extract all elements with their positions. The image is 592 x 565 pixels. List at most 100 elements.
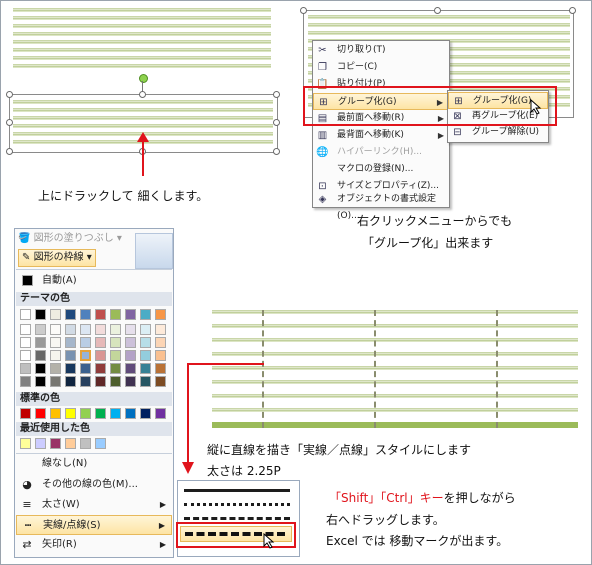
theme-color-swatch[interactable]	[95, 376, 106, 387]
weight-item[interactable]: ≡ 太さ(W) ▶	[16, 495, 172, 515]
theme-color-swatch[interactable]	[20, 324, 31, 335]
standard-color-swatch[interactable]	[155, 408, 166, 419]
theme-color-swatch[interactable]	[110, 337, 121, 348]
dashes-item[interactable]: ┅ 実線/点線(S) ▶	[16, 515, 172, 535]
theme-color-swatch[interactable]	[155, 337, 166, 348]
theme-color-swatch[interactable]	[35, 324, 46, 335]
theme-color-swatch[interactable]	[35, 337, 46, 348]
theme-color-swatch[interactable]	[35, 376, 46, 387]
theme-color-swatch[interactable]	[110, 363, 121, 374]
menu-item-assign-macro[interactable]: マクロの登録(N)...	[313, 161, 449, 178]
resize-handle-right-tr[interactable]	[569, 7, 576, 14]
theme-color-swatch[interactable]	[155, 350, 166, 361]
vertical-dashed-line-2[interactable]	[374, 310, 376, 428]
theme-color-swatch[interactable]	[155, 363, 166, 374]
theme-color-swatch[interactable]	[110, 350, 121, 361]
theme-color-swatch[interactable]	[35, 309, 46, 320]
standard-color-swatch[interactable]	[50, 408, 61, 419]
resize-handle-tl[interactable]	[6, 91, 13, 98]
menu-item-cut[interactable]: ✂ 切り取り(T)	[313, 42, 449, 59]
standard-color-swatch[interactable]	[35, 408, 46, 419]
theme-color-swatch[interactable]	[50, 309, 61, 320]
resize-handle-tm[interactable]	[139, 91, 146, 98]
theme-color-swatch[interactable]	[20, 309, 31, 320]
theme-color-swatch[interactable]	[140, 350, 151, 361]
theme-color-swatch[interactable]	[50, 350, 61, 361]
theme-color-swatch[interactable]	[65, 350, 76, 361]
theme-color-swatch[interactable]	[65, 324, 76, 335]
theme-color-swatch[interactable]	[140, 337, 151, 348]
theme-color-swatch[interactable]	[110, 376, 121, 387]
recent-color-swatch[interactable]	[80, 438, 91, 449]
theme-color-swatch[interactable]	[95, 324, 106, 335]
theme-color-swatch[interactable]	[155, 324, 166, 335]
theme-color-swatch[interactable]	[140, 363, 151, 374]
resize-handle-right-tm[interactable]	[434, 7, 441, 14]
theme-color-swatch[interactable]	[65, 363, 76, 374]
resize-handle-right-tl[interactable]	[300, 7, 307, 14]
menu-item-format-object[interactable]: ◈ オブジェクトの書式設定(O)...	[313, 191, 449, 221]
theme-color-swatch[interactable]	[155, 309, 166, 320]
dash-option-dotted[interactable]	[184, 503, 290, 506]
resize-handle-ml[interactable]	[6, 119, 13, 126]
theme-color-swatch[interactable]	[125, 376, 136, 387]
theme-color-swatch[interactable]	[95, 309, 106, 320]
submenu-item-ungroup[interactable]: ⊟ グループ解除(U)	[448, 124, 548, 141]
theme-color-swatch[interactable]	[125, 350, 136, 361]
no-line-item[interactable]: 線なし(N)	[16, 454, 172, 474]
resize-handle-mr[interactable]	[273, 119, 280, 126]
standard-color-swatch[interactable]	[110, 408, 121, 419]
theme-color-swatch[interactable]	[50, 376, 61, 387]
recent-color-swatch[interactable]	[65, 438, 76, 449]
theme-color-swatch[interactable]	[110, 309, 121, 320]
theme-color-swatch[interactable]	[80, 376, 91, 387]
resize-handle-tr[interactable]	[273, 91, 280, 98]
theme-color-swatch[interactable]	[125, 324, 136, 335]
dash-option-dashed-small[interactable]	[184, 517, 290, 520]
theme-color-swatch[interactable]	[65, 376, 76, 387]
ribbon-outline-button[interactable]: ✎ 図形の枠線 ▾	[18, 249, 96, 267]
recent-color-swatch[interactable]	[95, 438, 106, 449]
ribbon-fill-button[interactable]: 🪣 図形の塗りつぶし ▾	[18, 231, 122, 247]
standard-color-swatch[interactable]	[65, 408, 76, 419]
theme-color-swatch[interactable]	[95, 363, 106, 374]
resize-handle-bl[interactable]	[6, 148, 13, 155]
theme-color-swatch[interactable]	[35, 363, 46, 374]
recent-color-swatch[interactable]	[35, 438, 46, 449]
theme-color-swatch[interactable]	[80, 350, 91, 361]
theme-color-swatch[interactable]	[35, 350, 46, 361]
theme-color-swatch[interactable]	[50, 363, 61, 374]
theme-color-swatch[interactable]	[110, 324, 121, 335]
theme-color-swatch[interactable]	[80, 309, 91, 320]
menu-item-copy[interactable]: ❐ コピー(C)	[313, 59, 449, 76]
standard-color-swatch[interactable]	[140, 408, 151, 419]
theme-color-swatch[interactable]	[65, 309, 76, 320]
rotation-handle[interactable]	[139, 74, 148, 83]
theme-color-swatch[interactable]	[155, 376, 166, 387]
theme-color-swatch[interactable]	[20, 350, 31, 361]
theme-color-swatch[interactable]	[65, 337, 76, 348]
theme-color-swatch[interactable]	[80, 363, 91, 374]
recent-color-swatch[interactable]	[50, 438, 61, 449]
standard-color-swatch[interactable]	[20, 408, 31, 419]
theme-color-swatch[interactable]	[20, 337, 31, 348]
arrows-item[interactable]: ⇄ 矢印(R) ▶	[16, 535, 172, 555]
theme-color-swatch[interactable]	[95, 350, 106, 361]
standard-color-swatch[interactable]	[95, 408, 106, 419]
theme-color-swatch[interactable]	[140, 376, 151, 387]
theme-color-swatch[interactable]	[50, 324, 61, 335]
theme-color-swatch[interactable]	[20, 363, 31, 374]
vertical-dashed-line-3[interactable]	[496, 310, 498, 428]
theme-color-swatch[interactable]	[20, 376, 31, 387]
standard-color-swatch[interactable]	[80, 408, 91, 419]
menu-item-send-back[interactable]: ▥ 最背面へ移動(K) ▶	[313, 127, 449, 144]
theme-color-swatch[interactable]	[140, 324, 151, 335]
theme-color-swatch[interactable]	[80, 337, 91, 348]
standard-color-swatch[interactable]	[125, 408, 136, 419]
stripe-shape-top-left[interactable]	[13, 8, 271, 73]
theme-color-swatch[interactable]	[125, 337, 136, 348]
theme-color-swatch[interactable]	[80, 324, 91, 335]
resize-handle-br[interactable]	[273, 148, 280, 155]
other-colors-item[interactable]: ◕ その他の線の色(M)...	[16, 475, 172, 495]
theme-color-swatch[interactable]	[50, 337, 61, 348]
